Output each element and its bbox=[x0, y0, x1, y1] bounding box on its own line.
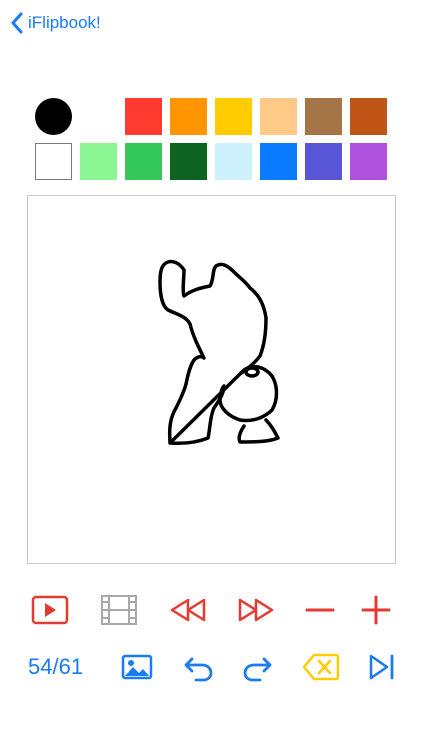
last-frame-button[interactable] bbox=[360, 647, 404, 687]
back-button[interactable]: iFlipbook! bbox=[10, 10, 101, 36]
plus-icon bbox=[361, 595, 391, 625]
play-icon bbox=[31, 595, 69, 625]
clear-button[interactable] bbox=[299, 647, 343, 687]
add-frame-button[interactable] bbox=[354, 590, 398, 630]
film-strip-icon bbox=[101, 595, 137, 625]
figure-small-circle bbox=[244, 366, 260, 378]
color-swatch-purple[interactable] bbox=[350, 143, 387, 180]
color-swatch-dark-green[interactable] bbox=[170, 143, 207, 180]
color-swatch-indigo[interactable] bbox=[305, 143, 342, 180]
filmstrip-button[interactable] bbox=[97, 590, 141, 630]
skip-to-end-icon bbox=[369, 654, 394, 680]
back-label: iFlipbook! bbox=[28, 13, 101, 32]
play-button[interactable] bbox=[28, 590, 72, 630]
color-swatch-light-green[interactable] bbox=[80, 143, 117, 180]
fast-forward-button[interactable] bbox=[234, 590, 278, 630]
flipbook-editor-screen: iFlipbook! 54/61 bbox=[0, 0, 422, 750]
rewind-icon bbox=[170, 598, 206, 622]
color-swatch-red[interactable] bbox=[125, 98, 162, 135]
minus-icon bbox=[305, 608, 335, 612]
fast-forward-icon bbox=[238, 598, 274, 622]
color-swatch-rust[interactable] bbox=[350, 98, 387, 135]
color-swatch-white-outlined[interactable] bbox=[35, 143, 72, 180]
undo-button[interactable] bbox=[176, 647, 220, 687]
image-button[interactable] bbox=[115, 647, 159, 687]
backspace-x-icon bbox=[302, 653, 340, 681]
color-swatch-light-cyan[interactable] bbox=[215, 143, 252, 180]
redo-icon bbox=[243, 657, 272, 682]
drawing-strokes bbox=[158, 259, 280, 445]
rewind-button[interactable] bbox=[166, 590, 210, 630]
color-swatch-white[interactable] bbox=[80, 98, 117, 135]
color-swatch-yellow[interactable] bbox=[215, 98, 252, 135]
color-swatch-green[interactable] bbox=[125, 143, 162, 180]
chevron-left-icon bbox=[11, 12, 23, 34]
color-swatch-peach[interactable] bbox=[260, 98, 297, 135]
drawing-canvas[interactable] bbox=[27, 195, 396, 564]
color-swatch-orange[interactable] bbox=[170, 98, 207, 135]
color-swatch-blue[interactable] bbox=[260, 143, 297, 180]
frame-counter: 54/61 bbox=[28, 654, 84, 679]
undo-icon bbox=[184, 657, 213, 682]
image-icon bbox=[121, 654, 153, 680]
figure-stroke bbox=[158, 259, 280, 445]
redo-button[interactable] bbox=[236, 647, 280, 687]
color-swatch-tan-brown[interactable] bbox=[305, 98, 342, 135]
color-swatch-black[interactable] bbox=[35, 98, 72, 135]
remove-frame-button[interactable] bbox=[298, 590, 342, 630]
